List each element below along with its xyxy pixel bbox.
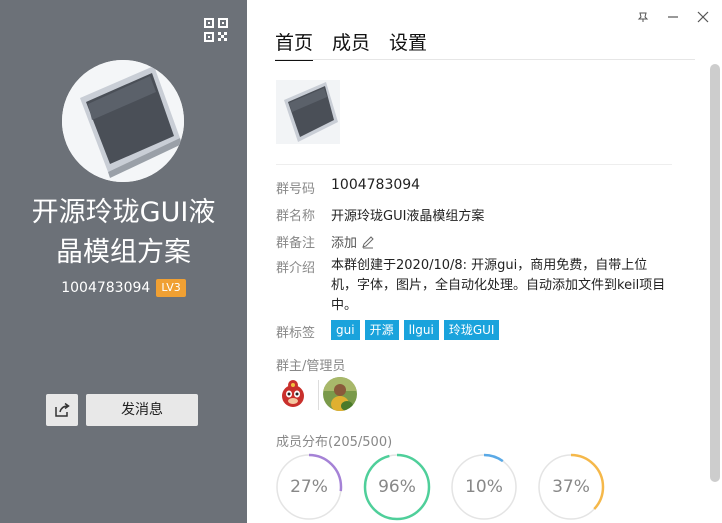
remark-add-link[interactable]: 添加 — [331, 232, 375, 251]
group-photo-thumbnail[interactable] — [276, 80, 340, 144]
admins-title: 群主/管理员 — [276, 359, 346, 374]
share-button[interactable] — [46, 394, 78, 426]
ring-percent: 27% — [290, 477, 328, 497]
group-remark-label: 群备注 — [276, 236, 316, 251]
group-name-value: 开源玲珑GUI液晶模组方案 — [331, 209, 485, 224]
share-icon — [55, 402, 70, 417]
distribution-ring-1[interactable]: 27% — [275, 453, 343, 521]
group-intro-text: 本群创建于2020/10/8: 开源gui，商用免费，自带上位机，字体，图片，全… — [331, 258, 666, 313]
pencil-icon — [362, 236, 374, 249]
group-title: 开源玲珑GUI液 晶模组方案 — [0, 193, 247, 273]
ring-percent: 96% — [378, 477, 416, 497]
group-tags-label: 群标签 — [276, 326, 316, 341]
minimize-icon[interactable] — [664, 8, 682, 26]
group-number-label: 群号码 — [276, 182, 316, 197]
admin-divider — [318, 380, 319, 410]
distribution-ring-4[interactable]: 37% — [537, 453, 605, 521]
tab-members[interactable]: 成员 — [332, 28, 370, 59]
group-avatar[interactable] — [62, 60, 184, 182]
group-title-line-1: 开源玲珑GUI液 — [31, 197, 216, 228]
tab-bar: 首页 成员 设置 — [275, 28, 446, 61]
distribution-title-text: 成员分布 — [276, 435, 329, 450]
divider — [276, 164, 672, 165]
group-name-label: 群名称 — [276, 209, 316, 224]
tag-item[interactable]: gui — [331, 320, 360, 340]
ring-percent: 10% — [465, 477, 503, 497]
distribution-count: (205/500) — [328, 435, 393, 450]
group-id: 1004783094 — [61, 280, 151, 296]
distribution-title: 成员分布(205/500) — [276, 431, 392, 450]
profile-panel: 开源玲珑GUI液 晶模组方案 1004783094 LV3 发消息 — [0, 0, 247, 523]
group-title-line-2: 晶模组方案 — [56, 237, 191, 268]
owner-avatar[interactable] — [276, 377, 310, 411]
level-badge: LV3 — [156, 279, 186, 297]
close-icon[interactable] — [694, 8, 712, 26]
qr-code-icon[interactable] — [204, 18, 228, 42]
tag-list: gui 开源 llgui 玲珑GUI — [331, 320, 504, 340]
scrollbar-thumb[interactable] — [710, 64, 720, 482]
tab-settings[interactable]: 设置 — [389, 28, 427, 59]
tag-item[interactable]: llgui — [403, 320, 439, 340]
ring-percent: 37% — [552, 477, 590, 497]
tab-divider — [275, 59, 695, 60]
tab-home[interactable]: 首页 — [275, 28, 314, 61]
distribution-ring-3[interactable]: 10% — [450, 453, 518, 521]
remark-add-text: 添加 — [331, 236, 358, 251]
send-message-button[interactable]: 发消息 — [86, 394, 198, 426]
group-number-value: 1004783094 — [331, 177, 421, 193]
pin-icon[interactable] — [634, 8, 652, 26]
group-intro-label: 群介绍 — [276, 261, 316, 276]
tag-item[interactable]: 玲珑GUI — [443, 320, 500, 340]
admin-avatar[interactable] — [323, 377, 357, 411]
tag-item[interactable]: 开源 — [364, 320, 399, 340]
group-id-row: 1004783094 LV3 — [0, 279, 247, 297]
distribution-ring-2[interactable]: 96% — [363, 453, 431, 521]
